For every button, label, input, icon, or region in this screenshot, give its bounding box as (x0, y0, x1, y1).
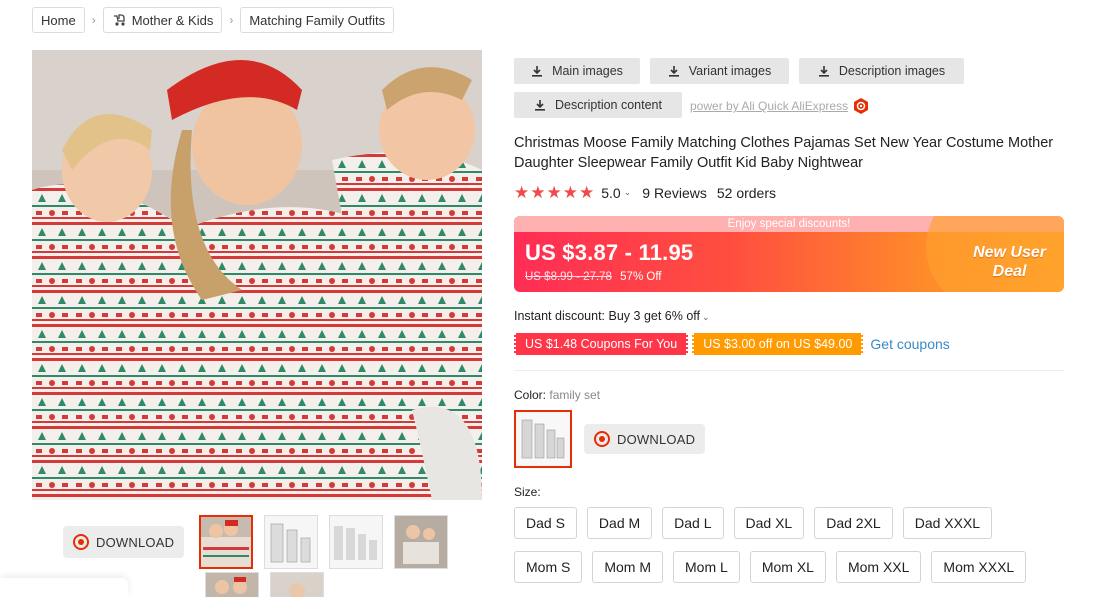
thumbnail-1[interactable] (199, 515, 254, 569)
main-product-image[interactable] (32, 50, 482, 500)
reviews-link[interactable]: 9 Reviews (642, 185, 707, 201)
rating-row: ★ ★ ★ ★ ★ 5.0 ⌄ 9 Reviews 52 orders (514, 184, 776, 201)
selected-color-value: family set (549, 388, 601, 402)
rating-value[interactable]: 5.0 (601, 185, 620, 201)
thumbnail-5[interactable] (205, 572, 260, 597)
breadcrumb-mother-kids[interactable]: Mother & Kids (102, 7, 223, 33)
size-option[interactable]: Dad S (514, 507, 577, 539)
breadcrumb-matching-family-outfits[interactable]: Matching Family Outfits (240, 7, 395, 33)
product-title: Christmas Moose Family Matching Clothes … (514, 135, 1054, 171)
get-coupons-link[interactable]: Get coupons (870, 336, 949, 352)
size-option[interactable]: Mom L (673, 551, 740, 583)
orders-count: 52 orders (716, 184, 777, 201)
divider (514, 370, 1064, 371)
size-options-dad: Dad S Dad M Dad L Dad XL Dad 2XL Dad XXX… (514, 507, 993, 539)
size-option[interactable]: Dad XXXL (902, 507, 993, 539)
thumbnail-3[interactable] (329, 515, 384, 569)
size-label: Size: (514, 485, 541, 499)
variant-images-button[interactable]: Variant images (650, 58, 789, 84)
stroller-icon (113, 14, 125, 26)
star-icon: ★ (530, 183, 546, 202)
coupon-badge-2[interactable]: US $3.00 off on US $49.00 (692, 333, 864, 355)
target-icon (73, 534, 89, 550)
coupon-row: US $1.48 Coupons For You US $3.00 off on… (514, 333, 950, 355)
size-option[interactable]: Mom XL (749, 551, 826, 583)
size-option[interactable]: Mom S (514, 551, 583, 583)
size-options-mom: Mom S Mom M Mom L Mom XL Mom XXL Mom XXX… (514, 551, 1027, 583)
current-price: US $3.87 - 11.95 (525, 240, 694, 265)
instant-discount[interactable]: Instant discount: Buy 3 get 6% off ⌄ (514, 309, 710, 323)
thumbnail-4[interactable] (394, 515, 449, 569)
download-icon (818, 66, 829, 77)
breadcrumb-separator: › (91, 13, 96, 27)
target-icon (594, 431, 610, 447)
size-option[interactable]: Dad XL (733, 507, 805, 539)
thumbnail-6[interactable] (270, 572, 325, 597)
description-content-button[interactable]: Description content (514, 92, 682, 118)
thumbnail-2[interactable] (264, 515, 319, 569)
discount-percent: 57% Off (620, 271, 662, 283)
floating-panel-edge (0, 578, 128, 597)
star-icon: ★ (579, 183, 595, 202)
download-icon (668, 66, 679, 77)
breadcrumb-separator: › (229, 13, 234, 27)
price-banner: Enjoy special discounts! US $3.87 - 11.9… (514, 216, 1064, 292)
color-label: Color: family set (514, 388, 601, 402)
main-images-button[interactable]: Main images (514, 58, 640, 84)
product-photo (32, 50, 482, 500)
price-details: US $8.99 - 27.78 57% Off (525, 271, 662, 283)
breadcrumb: Home › Mother & Kids › Matching Family O… (32, 7, 395, 33)
size-option[interactable]: Dad M (586, 507, 653, 539)
original-price: US $8.99 - 27.78 (525, 271, 612, 283)
chevron-down-icon: ⌄ (623, 187, 632, 197)
star-icon: ★ (514, 183, 530, 202)
breadcrumb-home[interactable]: Home (32, 7, 85, 33)
color-swatch-family-set[interactable] (514, 410, 572, 468)
description-images-button[interactable]: Description images (799, 58, 964, 84)
coupon-badge-1[interactable]: US $1.48 Coupons For You (514, 333, 689, 355)
new-user-deal-badge: New User Deal (973, 244, 1046, 280)
size-option[interactable]: Dad 2XL (814, 507, 893, 539)
chevron-down-icon: ⌄ (702, 312, 710, 322)
powered-by-link[interactable]: power by Ali Quick AliExpress (690, 98, 869, 114)
image-download-button[interactable]: DOWNLOAD (63, 526, 185, 558)
size-option[interactable]: Mom XXL (835, 551, 922, 583)
star-rating: ★ ★ ★ ★ ★ (514, 184, 594, 201)
size-option[interactable]: Dad L (662, 507, 724, 539)
download-icon (534, 100, 545, 111)
size-option[interactable]: Mom XXXL (931, 551, 1027, 583)
download-icon (532, 66, 543, 77)
ali-quick-logo-icon (854, 98, 869, 114)
size-option[interactable]: Mom M (592, 551, 664, 583)
star-icon: ★ (562, 183, 578, 202)
star-icon: ★ (546, 183, 562, 202)
variant-download-button[interactable]: DOWNLOAD (584, 424, 706, 454)
